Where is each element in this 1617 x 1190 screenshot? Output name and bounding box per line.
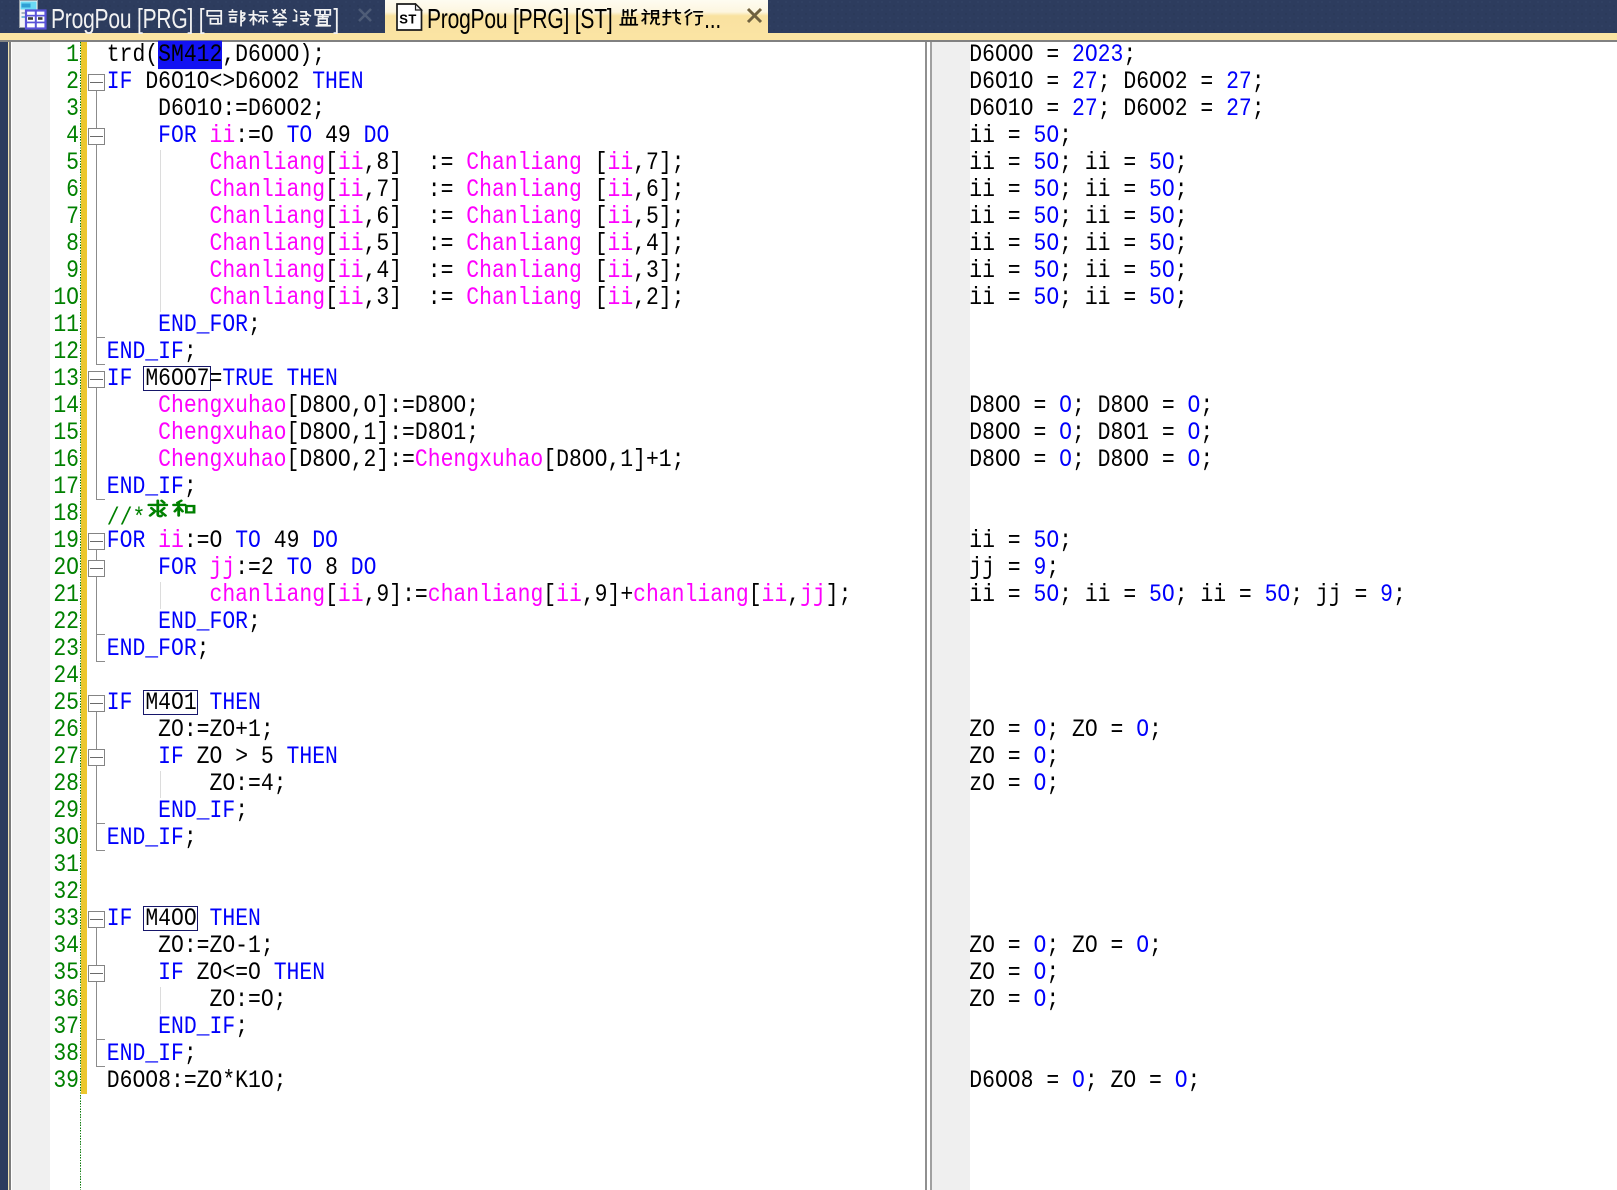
svg-text:ST: ST (399, 12, 417, 27)
